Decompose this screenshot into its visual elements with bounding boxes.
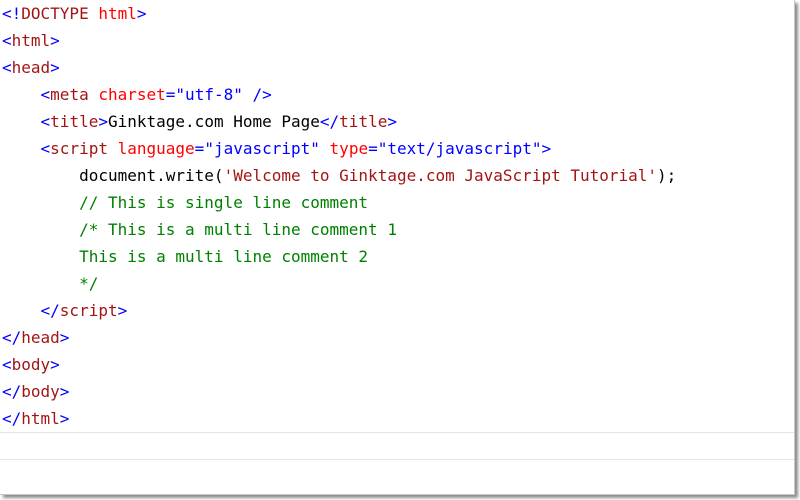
code-token-brk: > — [59, 328, 70, 347]
code-token-tag: DOCTYPE — [21, 4, 89, 23]
code-token-cmt: /* This is a multi line comment 1 — [2, 220, 397, 239]
code-line[interactable]: <script language="javascript" type="text… — [2, 135, 676, 162]
code-line[interactable]: <meta charset="utf-8" /> — [2, 81, 676, 108]
code-token-brk: < — [2, 112, 51, 131]
code-line[interactable]: </html> — [2, 405, 676, 432]
code-token-attr: html — [98, 4, 137, 23]
code-token-brk: </ — [2, 328, 22, 347]
code-token-cmt: */ — [2, 274, 99, 293]
code-token-val: "text/javascript" — [377, 139, 542, 158]
code-line[interactable]: <body> — [2, 351, 676, 378]
code-line[interactable]: <!DOCTYPE html> — [2, 0, 676, 27]
code-token-brk: </ — [319, 112, 340, 131]
code-token-brk: > — [59, 409, 70, 428]
code-line[interactable]: </head> — [2, 324, 676, 351]
code-token-brk: <! — [2, 4, 22, 23]
code-token-tag: head — [21, 328, 60, 347]
code-token-tag: title — [50, 112, 99, 131]
code-token-brk: < — [2, 58, 12, 77]
current-line-highlight-top — [0, 432, 794, 433]
code-token-brk: < — [2, 31, 12, 50]
code-token-tag: script — [59, 301, 118, 320]
code-token-txt: ); — [657, 166, 677, 185]
code-token-brk: </ — [2, 409, 22, 428]
code-token-attr: type — [329, 139, 369, 158]
code-line[interactable]: </script> — [2, 297, 676, 324]
code-line[interactable]: */ — [2, 270, 676, 297]
code-line[interactable]: This is a multi line comment 2 — [2, 243, 676, 270]
code-token-val: "javascript" — [204, 139, 320, 158]
code-token-txt: Ginktage.com Home Page — [107, 112, 320, 131]
code-token-brk: = — [368, 139, 378, 158]
code-token-brk: > — [98, 112, 108, 131]
code-token-brk: > — [59, 382, 70, 401]
code-token-brk: </ — [2, 301, 60, 320]
code-token-tag: body — [11, 355, 51, 374]
code-token-brk: > — [541, 139, 552, 158]
code-line[interactable]: </body> — [2, 378, 676, 405]
code-token-txt: document.write( — [2, 166, 224, 185]
code-line[interactable]: // This is single line comment — [2, 189, 676, 216]
code-token-brk: > — [117, 301, 128, 320]
current-line-highlight-bottom — [0, 459, 794, 460]
code-token-tag: meta — [50, 85, 89, 104]
code-editor-window: <!DOCTYPE html> <html> <head> <meta charse… — [0, 0, 795, 495]
code-token-attr: charset — [98, 85, 166, 104]
code-line[interactable]: <title>Ginktage.com Home Page</title> — [2, 108, 676, 135]
code-line[interactable]: /* This is a multi line comment 1 — [2, 216, 676, 243]
code-token-tag: html — [21, 409, 60, 428]
code-token-tag: title — [339, 112, 388, 131]
code-token-brk: > — [50, 31, 60, 50]
code-token-str: 'Welcome to Ginktage.com JavaScript Tuto… — [223, 166, 658, 185]
code-token-brk: > — [387, 112, 397, 131]
code-token-brk: </ — [2, 382, 22, 401]
code-token-brk: /> — [242, 85, 272, 104]
code-token-brk: = — [165, 85, 176, 104]
code-token-val: "utf-8" — [175, 85, 243, 104]
code-token-brk: < — [2, 85, 51, 104]
code-line[interactable]: document.write('Welcome to Ginktage.com … — [2, 162, 676, 189]
code-token-brk: > — [50, 58, 60, 77]
code-token-brk: < — [2, 355, 12, 374]
code-token-cmt: This is a multi line comment 2 — [2, 247, 369, 266]
code-token-brk: < — [2, 139, 51, 158]
code-token-tag: head — [11, 58, 51, 77]
code-token-tag: script — [50, 139, 108, 158]
code-editor-text-area[interactable]: <!DOCTYPE html> <html> <head> <meta charse… — [2, 0, 676, 432]
code-line[interactable]: <html> — [2, 27, 676, 54]
code-token-tag: html — [11, 31, 51, 50]
code-token-cmt: // This is single line comment — [2, 193, 369, 212]
code-token-attr: language — [117, 139, 195, 158]
code-token-brk: > — [50, 355, 60, 374]
code-token-brk: > — [136, 4, 147, 23]
code-line[interactable]: <head> — [2, 54, 676, 81]
code-token-brk: = — [194, 139, 205, 158]
code-token-tag: body — [21, 382, 60, 401]
